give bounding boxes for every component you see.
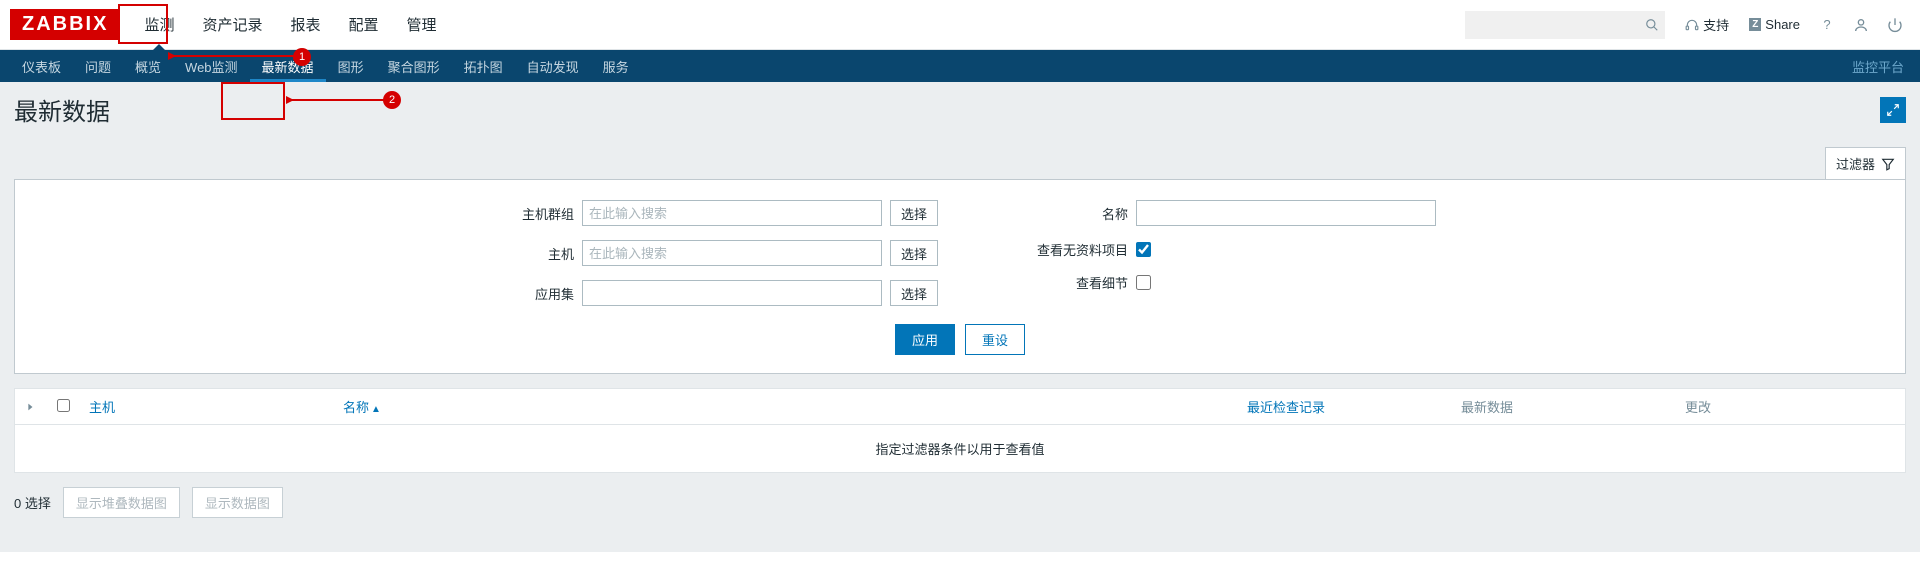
page-title-row: 最新数据 — [0, 82, 1920, 147]
help-button[interactable]: ? — [1812, 10, 1842, 40]
sub-nav-maps[interactable]: 拓扑图 — [452, 50, 515, 82]
hostgroup-select-button[interactable]: 选择 — [890, 200, 938, 226]
expand-all-toggle[interactable] — [25, 402, 43, 412]
col-header-lastdata: 最新数据 — [1461, 397, 1671, 416]
chevron-right-icon — [25, 402, 35, 412]
user-button[interactable] — [1846, 10, 1876, 40]
select-all-wrap — [57, 399, 75, 415]
filter-row-noinfo: 查看无资料项目 — [1018, 240, 1436, 259]
page-title: 最新数据 — [14, 92, 110, 127]
brand-logo[interactable]: ZABBIX — [10, 9, 120, 40]
detail-label: 查看细节 — [1018, 273, 1128, 292]
app-input[interactable] — [582, 280, 882, 306]
top-header: ZABBIX 监测 资产记录 报表 配置 管理 支持 Z Share ? — [0, 0, 1920, 50]
filter-row-detail: 查看细节 — [1018, 273, 1436, 292]
noinfo-checkbox[interactable] — [1136, 242, 1151, 257]
global-search-input[interactable] — [1465, 11, 1665, 39]
stacked-graph-button[interactable]: 显示堆叠数据图 — [63, 487, 180, 518]
host-select-button[interactable]: 选择 — [890, 240, 938, 266]
footer-actions: 0 选择 显示堆叠数据图 显示数据图 — [0, 473, 1920, 532]
global-search-wrap — [1465, 11, 1665, 39]
sub-nav-overview[interactable]: 概览 — [123, 50, 173, 82]
top-right: 支持 Z Share ? — [1465, 10, 1910, 40]
filter-actions: 应用 重设 — [15, 324, 1905, 355]
sub-nav-latestdata[interactable]: 最新数据 — [250, 50, 326, 82]
col-header-host[interactable]: 主机 — [89, 397, 329, 416]
main-nav-monitoring[interactable]: 监测 — [130, 0, 188, 49]
reset-button[interactable]: 重设 — [965, 324, 1025, 355]
sub-nav-right-label[interactable]: 监控平台 — [1846, 57, 1910, 76]
main-nav-reports[interactable]: 报表 — [276, 0, 334, 49]
sub-nav: 仪表板 问题 概览 Web监测 最新数据 图形 聚合图形 拓扑图 自动发现 服务… — [0, 50, 1920, 82]
filter-icon — [1881, 157, 1895, 171]
sub-nav-graphs[interactable]: 图形 — [326, 50, 376, 82]
power-icon — [1887, 17, 1903, 33]
headset-icon — [1685, 18, 1699, 32]
support-link[interactable]: 支持 — [1677, 15, 1737, 34]
select-all-checkbox[interactable] — [57, 399, 70, 412]
page-area: 最新数据 1 2 过滤器 主机群组 选择 — [0, 82, 1920, 552]
sort-asc-icon: ▲ — [371, 404, 381, 415]
fullscreen-button[interactable] — [1880, 97, 1906, 123]
apply-button[interactable]: 应用 — [895, 324, 955, 355]
table-header-row: 主机 名称▲ 最近检查记录 最新数据 更改 — [15, 389, 1905, 425]
filter-tab[interactable]: 过滤器 — [1825, 147, 1906, 179]
detail-checkbox[interactable] — [1136, 275, 1151, 290]
app-label: 应用集 — [484, 284, 574, 303]
col-header-change: 更改 — [1685, 397, 1895, 416]
selected-count-label: 0 选择 — [14, 493, 51, 512]
sub-nav-screens[interactable]: 聚合图形 — [376, 50, 452, 82]
filter-panel: 主机群组 选择 主机 选择 应用集 选择 名称 — [14, 179, 1906, 374]
hostgroup-input[interactable] — [582, 200, 882, 226]
graph-button[interactable]: 显示数据图 — [192, 487, 283, 518]
filter-row-app: 应用集 选择 — [484, 280, 938, 306]
col-header-lastcheck[interactable]: 最近检查记录 — [1247, 397, 1447, 416]
host-input[interactable] — [582, 240, 882, 266]
share-label: Share — [1765, 17, 1800, 32]
logout-button[interactable] — [1880, 10, 1910, 40]
col-header-name[interactable]: 名称▲ — [343, 397, 1233, 416]
host-label: 主机 — [484, 244, 574, 263]
main-nav: 监测 资产记录 报表 配置 管理 — [130, 0, 450, 49]
share-link[interactable]: Z Share — [1741, 17, 1808, 32]
name-label: 名称 — [1018, 204, 1128, 223]
main-nav-configuration[interactable]: 配置 — [335, 0, 393, 49]
filter-col-right: 名称 查看无资料项目 查看细节 — [1018, 200, 1436, 306]
filter-row-hostgroup: 主机群组 选择 — [484, 200, 938, 226]
support-label: 支持 — [1703, 15, 1729, 34]
search-icon[interactable] — [1645, 18, 1659, 32]
col-header-name-label: 名称 — [343, 400, 369, 415]
table-empty-message: 指定过滤器条件以用于查看值 — [15, 425, 1905, 472]
filter-col-left: 主机群组 选择 主机 选择 应用集 选择 — [484, 200, 938, 306]
main-nav-inventory[interactable]: 资产记录 — [188, 0, 276, 49]
help-icon: ? — [1823, 17, 1830, 32]
sub-nav-services[interactable]: 服务 — [591, 50, 641, 82]
name-input[interactable] — [1136, 200, 1436, 226]
sub-nav-discovery[interactable]: 自动发现 — [515, 50, 591, 82]
sub-nav-dashboard[interactable]: 仪表板 — [10, 50, 73, 82]
sub-nav-web[interactable]: Web监测 — [173, 50, 250, 82]
share-badge-icon: Z — [1749, 18, 1761, 31]
filter-grid: 主机群组 选择 主机 选择 应用集 选择 名称 — [15, 200, 1905, 306]
main-nav-administration[interactable]: 管理 — [393, 0, 451, 49]
app-select-button[interactable]: 选择 — [890, 280, 938, 306]
filter-row-host: 主机 选择 — [484, 240, 938, 266]
filter-row-name: 名称 — [1018, 200, 1436, 226]
user-icon — [1853, 17, 1869, 33]
filter-tab-label: 过滤器 — [1836, 154, 1875, 173]
data-table: 主机 名称▲ 最近检查记录 最新数据 更改 指定过滤器条件以用于查看值 — [14, 388, 1906, 473]
fullscreen-icon — [1886, 103, 1900, 117]
hostgroup-label: 主机群组 — [484, 204, 574, 223]
noinfo-label: 查看无资料项目 — [1018, 240, 1128, 259]
filter-tab-row: 过滤器 — [0, 147, 1920, 179]
sub-nav-problems[interactable]: 问题 — [73, 50, 123, 82]
